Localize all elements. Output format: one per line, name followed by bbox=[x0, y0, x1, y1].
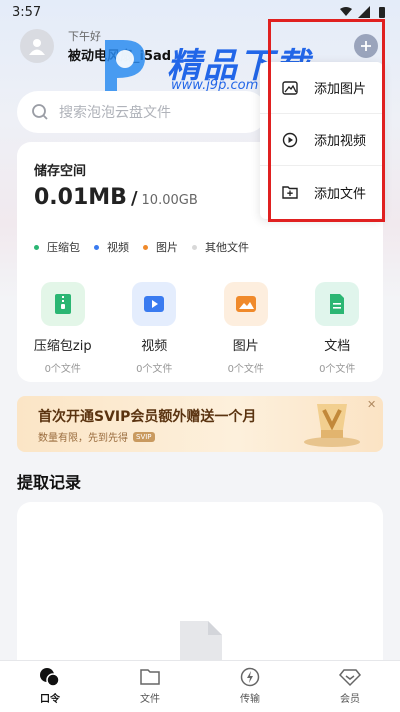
storage-title: 储存空间 bbox=[34, 164, 87, 179]
wifi-icon bbox=[340, 7, 352, 16]
storage-used: 0.01MB bbox=[34, 185, 127, 210]
category-image[interactable]: 图片 0个文件 bbox=[200, 282, 292, 375]
category-zip[interactable]: 压缩包zip 0个文件 bbox=[17, 282, 109, 375]
category-document-tile bbox=[315, 282, 360, 326]
category-zip-count: 0个文件 bbox=[44, 364, 81, 375]
menu-item-add-image-label: 添加图片 bbox=[314, 82, 367, 97]
category-video-count: 0个文件 bbox=[136, 364, 173, 375]
promo-badge: SVIP bbox=[133, 431, 155, 442]
storage-legend: 压缩包 视频 图片 其他文件 bbox=[34, 239, 249, 255]
tab-transfer[interactable]: 传输 bbox=[200, 661, 300, 712]
category-image-label: 图片 bbox=[232, 339, 259, 354]
category-zip-label: 压缩包zip bbox=[33, 339, 92, 354]
menu-item-add-video[interactable]: 添加视频 bbox=[260, 114, 383, 166]
add-image-icon bbox=[282, 80, 298, 95]
records-card bbox=[17, 502, 383, 672]
promo-title: 首次开通SVIP会员额外赠送一个月 bbox=[38, 409, 257, 425]
video-icon bbox=[144, 296, 165, 312]
svip-promo-banner[interactable]: 首次开通SVIP会员额外赠送一个月 数量有限，先到先得 SVIP ✕ bbox=[17, 396, 383, 452]
tab-vip-label: 会员 bbox=[340, 694, 360, 705]
menu-item-add-video-label: 添加视频 bbox=[314, 134, 367, 149]
tab-files[interactable]: 文件 bbox=[100, 661, 200, 712]
promo-subtitle: 数量有限，先到先得 SVIP bbox=[38, 429, 155, 444]
category-video-label: 视频 bbox=[141, 339, 168, 354]
username: 被动电风扇_i5ad bbox=[68, 49, 172, 64]
tab-passcode[interactable]: 口令 bbox=[0, 661, 100, 712]
tab-transfer-label: 传输 bbox=[240, 694, 260, 705]
document-icon bbox=[330, 294, 345, 314]
add-video-icon bbox=[282, 132, 298, 147]
menu-item-add-file-label: 添加文件 bbox=[314, 186, 367, 202]
category-image-tile bbox=[223, 282, 268, 326]
legend-item-video: 视频 bbox=[94, 239, 129, 255]
category-document-count: 0个文件 bbox=[319, 364, 356, 375]
category-document-label: 文档 bbox=[324, 339, 351, 354]
records-title: 提取记录 bbox=[17, 473, 82, 492]
signal-icon bbox=[358, 6, 370, 18]
user-header[interactable]: 下午好 被动电风扇_i5ad bbox=[20, 28, 171, 64]
status-time: 3:57 bbox=[12, 4, 42, 20]
category-zip-tile bbox=[40, 282, 85, 326]
tab-passcode-label: 口令 bbox=[40, 694, 60, 705]
add-popup-menu: 添加图片 添加视频 添加文件 bbox=[260, 62, 383, 219]
image-icon bbox=[235, 296, 256, 312]
storage-amount: 0.01MB / 10.00GB bbox=[34, 185, 198, 210]
zip-icon bbox=[54, 294, 71, 314]
add-file-icon bbox=[282, 186, 298, 199]
svip-trophy-icon bbox=[304, 404, 360, 447]
category-row: 压缩包zip 0个文件 视频 0个文件 图片 0个文件 文档 0个文件 bbox=[17, 282, 383, 375]
legend-item-other: 其他文件 bbox=[192, 239, 249, 255]
close-icon[interactable]: ✕ bbox=[367, 398, 376, 411]
storage-separator: / bbox=[130, 188, 138, 209]
plus-icon bbox=[361, 41, 371, 51]
search-placeholder: 搜索泡泡云盘文件 bbox=[59, 105, 171, 121]
transfer-icon bbox=[240, 667, 260, 687]
avatar[interactable] bbox=[20, 29, 54, 63]
folder-icon bbox=[140, 669, 160, 685]
menu-item-add-image[interactable]: 添加图片 bbox=[260, 62, 383, 114]
search-icon bbox=[32, 104, 48, 120]
tab-files-label: 文件 bbox=[140, 694, 160, 705]
search-input[interactable]: 搜索泡泡云盘文件 bbox=[17, 91, 267, 133]
tab-vip[interactable]: 会员 bbox=[300, 661, 400, 712]
battery-icon bbox=[379, 7, 385, 18]
greeting-text: 下午好 bbox=[68, 30, 101, 43]
category-document[interactable]: 文档 0个文件 bbox=[292, 282, 384, 375]
legend-item-image: 图片 bbox=[143, 239, 178, 255]
status-bar: 3:57 bbox=[0, 0, 400, 24]
passcode-icon bbox=[40, 668, 60, 687]
legend-item-zip: 压缩包 bbox=[34, 239, 80, 255]
add-button[interactable] bbox=[354, 34, 378, 58]
category-video-tile bbox=[132, 282, 177, 326]
storage-total: 10.00GB bbox=[141, 193, 198, 208]
menu-item-add-file[interactable]: 添加文件 bbox=[260, 166, 383, 218]
user-icon bbox=[29, 39, 45, 55]
category-image-count: 0个文件 bbox=[227, 364, 264, 375]
bottom-tab-bar: 口令 文件 传输 会员 bbox=[0, 660, 400, 712]
category-video[interactable]: 视频 0个文件 bbox=[109, 282, 201, 375]
vip-diamond-icon bbox=[339, 669, 361, 687]
